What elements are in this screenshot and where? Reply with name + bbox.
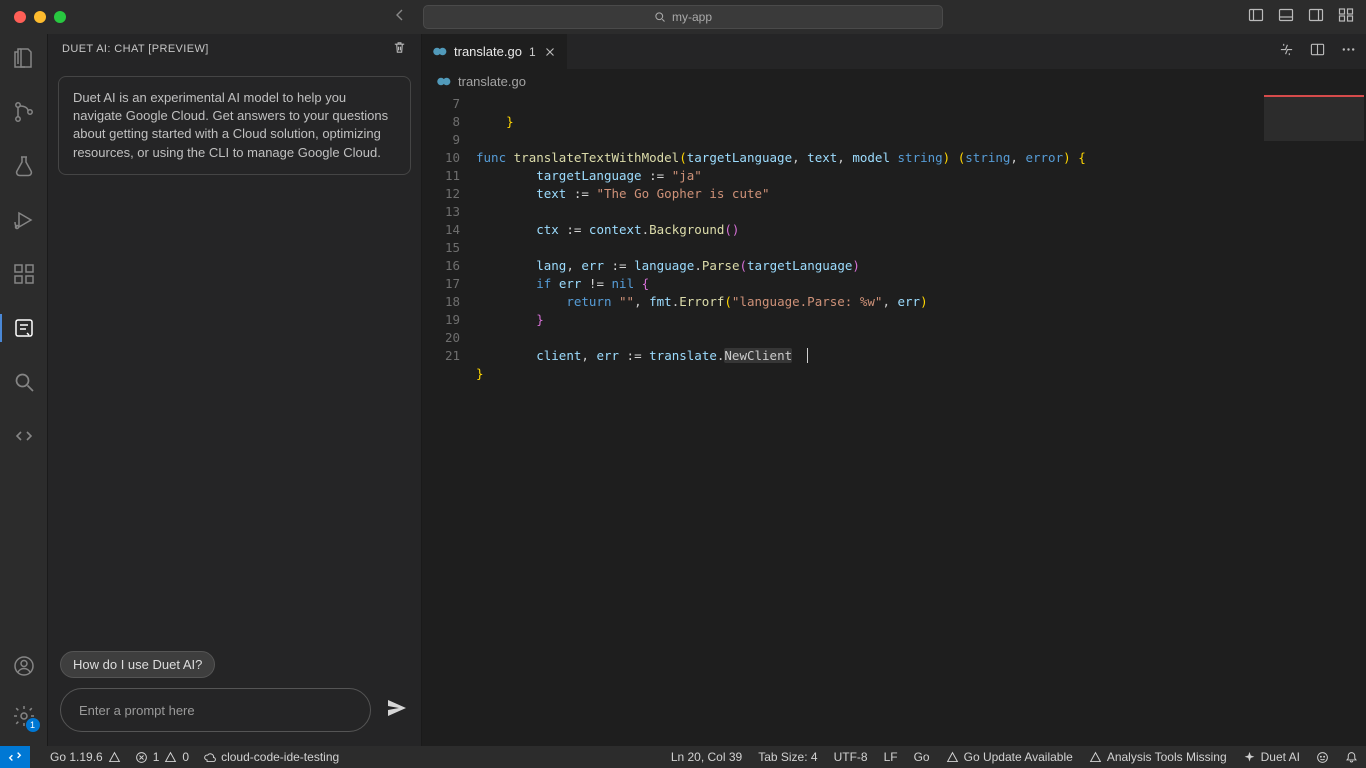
breadcrumbs[interactable]: translate.go [422, 69, 1366, 93]
settings-icon[interactable]: 1 [0, 700, 48, 732]
line-gutter: 789101112131415161718192021 [422, 93, 476, 746]
accounts-icon[interactable] [0, 650, 48, 682]
tab-filename: translate.go [454, 44, 522, 59]
layout-panel-icon[interactable] [1278, 7, 1294, 28]
language-mode[interactable]: Go [914, 750, 930, 764]
search-icon[interactable] [0, 366, 48, 398]
close-icon[interactable] [543, 45, 557, 59]
editor-region: translate.go 1 translate.go 789101112131… [422, 34, 1366, 746]
go-file-icon [436, 76, 451, 87]
panel-title: DUET AI: CHAT [PREVIEW] [62, 43, 209, 55]
chat-body: Duet AI is an experimental AI model to h… [48, 64, 421, 643]
cloud-code-icon[interactable] [0, 420, 48, 452]
testing-icon[interactable] [0, 150, 48, 182]
duet-ai-status[interactable]: Duet AI [1243, 750, 1300, 764]
settings-badge: 1 [26, 718, 40, 732]
editor-body[interactable]: 789101112131415161718192021 } func trans… [422, 93, 1366, 746]
eol[interactable]: LF [884, 750, 898, 764]
layout-primary-side-icon[interactable] [1248, 7, 1264, 28]
layout-secondary-side-icon[interactable] [1308, 7, 1324, 28]
cloud-project[interactable]: cloud-code-ide-testing [203, 750, 339, 764]
minimize-window[interactable] [34, 11, 46, 23]
duet-ai-icon[interactable] [0, 312, 48, 344]
close-window[interactable] [14, 11, 26, 23]
minimap[interactable] [1256, 93, 1366, 746]
customize-layout-icon[interactable] [1338, 7, 1354, 28]
titlebar: my-app [0, 0, 1366, 34]
code-area[interactable]: } func translateTextWithModel(targetLang… [476, 93, 1256, 746]
send-button[interactable] [385, 696, 409, 725]
tab-translate-go[interactable]: translate.go 1 [422, 34, 568, 69]
tabs-row: translate.go 1 [422, 34, 1366, 69]
go-file-icon [432, 46, 447, 57]
feedback-icon[interactable] [1316, 751, 1329, 764]
cursor-position[interactable]: Ln 20, Col 39 [671, 750, 742, 764]
run-debug-icon[interactable] [0, 204, 48, 236]
split-editor-icon[interactable] [1310, 42, 1325, 62]
chat-footer: How do I use Duet AI? [48, 643, 421, 746]
title-actions [1248, 7, 1354, 28]
notifications-icon[interactable] [1345, 751, 1358, 764]
maximize-window[interactable] [54, 11, 66, 23]
encoding[interactable]: UTF-8 [834, 750, 868, 764]
search-text: my-app [672, 10, 712, 24]
main: 1 DUET AI: CHAT [PREVIEW] Duet AI is an … [0, 34, 1366, 746]
window-controls [0, 11, 66, 23]
editor-actions [1279, 34, 1356, 69]
go-update[interactable]: Go Update Available [946, 750, 1073, 764]
remote-indicator[interactable] [0, 746, 30, 768]
delete-icon[interactable] [392, 40, 407, 58]
problems[interactable]: 1 0 [135, 750, 189, 764]
go-version[interactable]: Go 1.19.6 [50, 750, 121, 764]
source-control-icon[interactable] [0, 96, 48, 128]
search-icon [654, 11, 666, 23]
activity-bar: 1 [0, 34, 48, 746]
tab-modified-indicator: 1 [529, 45, 536, 59]
panel-header: DUET AI: CHAT [PREVIEW] [48, 34, 421, 64]
compare-icon[interactable] [1279, 42, 1294, 62]
breadcrumb-file: translate.go [458, 74, 526, 89]
analysis-tools[interactable]: Analysis Tools Missing [1089, 750, 1227, 764]
more-icon[interactable] [1341, 42, 1356, 62]
chat-intro: Duet AI is an experimental AI model to h… [58, 76, 411, 175]
nav-back[interactable] [392, 7, 408, 28]
tab-size[interactable]: Tab Size: 4 [758, 750, 817, 764]
extensions-icon[interactable] [0, 258, 48, 290]
side-panel: DUET AI: CHAT [PREVIEW] Duet AI is an ex… [48, 34, 422, 746]
command-center[interactable]: my-app [423, 5, 943, 29]
explorer-icon[interactable] [0, 42, 48, 74]
prompt-input[interactable] [60, 688, 371, 732]
suggested-prompt[interactable]: How do I use Duet AI? [60, 651, 215, 678]
status-bar: Go 1.19.6 1 0 cloud-code-ide-testing Ln … [0, 746, 1366, 768]
